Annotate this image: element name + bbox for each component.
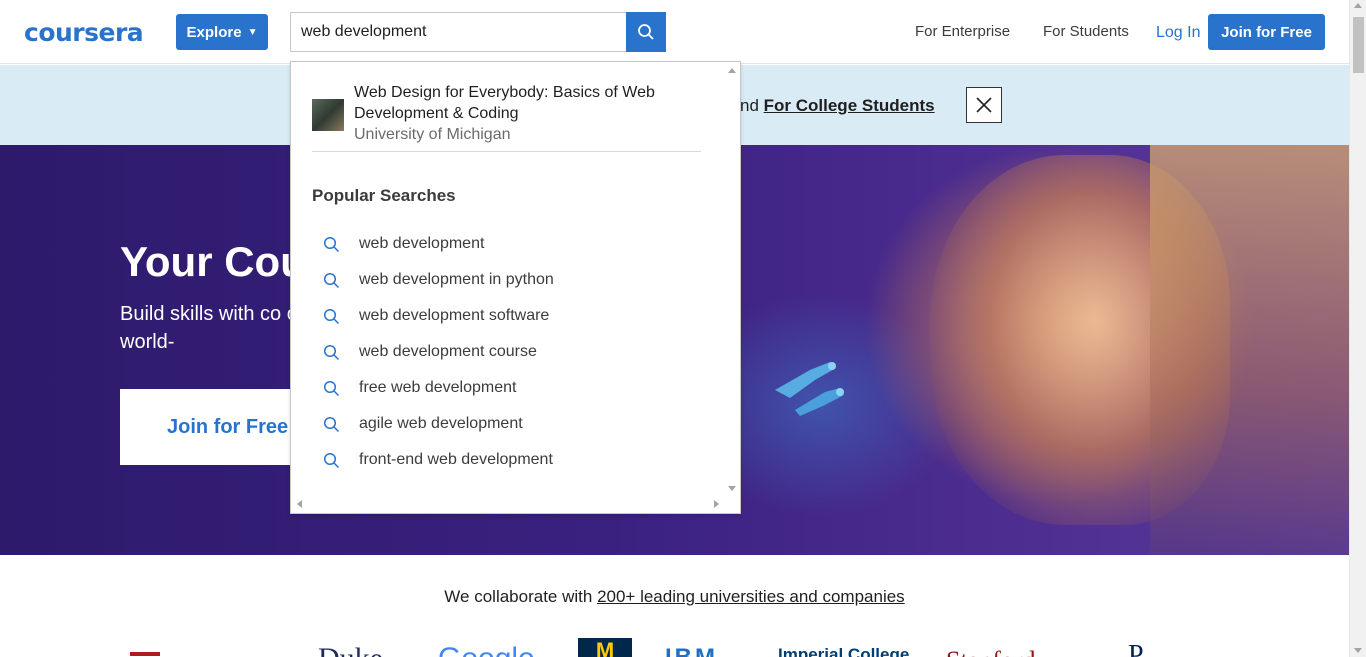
- popular-search-item[interactable]: agile web development: [312, 406, 701, 442]
- popular-search-label: free web development: [359, 379, 517, 396]
- hero-image-tool: [775, 362, 844, 416]
- banner-college-link[interactable]: For College Students: [764, 96, 935, 115]
- popular-search-label: agile web development: [359, 415, 523, 432]
- search-bar: [290, 12, 666, 52]
- nav-for-enterprise[interactable]: For Enterprise: [915, 23, 1010, 40]
- search-suggestions-dropdown: Web Design for Everybody: Basics of Web …: [290, 61, 741, 514]
- partner-logos: Duke Google M IBM Imperial College Stanf…: [120, 636, 1220, 657]
- search-icon: [312, 236, 359, 253]
- scroll-up-arrow-icon[interactable]: [1354, 3, 1362, 8]
- banner-text-prefix: nd: [740, 96, 764, 115]
- course-partner: University of Michigan: [354, 126, 511, 143]
- hero-image-hair: [1150, 145, 1349, 555]
- search-button[interactable]: [626, 12, 666, 52]
- popular-search-item[interactable]: web development course: [312, 334, 701, 370]
- partner-logo-duke: Duke: [318, 642, 383, 657]
- search-icon: [638, 24, 654, 40]
- popular-search-item[interactable]: web development in python: [312, 262, 701, 298]
- popular-search-label: front-end web development: [359, 451, 553, 468]
- close-icon: [976, 97, 992, 113]
- nav-for-students[interactable]: For Students: [1043, 23, 1129, 40]
- dropdown-scroll-right-icon[interactable]: [714, 500, 719, 508]
- search-icon: [312, 452, 359, 469]
- chevron-down-icon: ▼: [247, 26, 258, 38]
- coursera-logo[interactable]: coursera: [24, 18, 144, 47]
- dropdown-vertical-scrollbar[interactable]: [723, 62, 740, 497]
- hero-title: Your Cou: [120, 238, 306, 285]
- suggested-course[interactable]: Web Design for Everybody: Basics of Web …: [312, 82, 701, 152]
- collaborate-line: We collaborate with 200+ leading univers…: [0, 587, 1349, 607]
- dropdown-scroll-down-icon[interactable]: [728, 486, 736, 491]
- partner-logo-imperial: Imperial College: [778, 645, 910, 657]
- popular-search-item[interactable]: free web development: [312, 370, 701, 406]
- banner-text: nd For College Students: [740, 96, 935, 116]
- popular-search-item[interactable]: web development: [312, 226, 701, 262]
- search-icon: [312, 272, 359, 289]
- partner-logo-stanford: Stanford: [946, 646, 1036, 657]
- dropdown-scroll-up-icon[interactable]: [728, 68, 736, 73]
- search-icon: [312, 344, 359, 361]
- explore-label: Explore: [186, 23, 242, 41]
- search-icon: [312, 416, 359, 433]
- popular-search-item[interactable]: front-end web development: [312, 442, 701, 478]
- banner-close-button[interactable]: [966, 87, 1002, 123]
- join-for-free-button[interactable]: Join for Free: [1208, 14, 1325, 50]
- popular-search-label: web development course: [359, 343, 537, 360]
- dropdown-scroll-left-icon[interactable]: [297, 500, 302, 508]
- scrollbar-thumb[interactable]: [1353, 17, 1364, 73]
- collab-prefix: We collaborate with: [444, 587, 598, 606]
- popular-search-label: web development: [359, 235, 485, 252]
- scroll-down-arrow-icon[interactable]: [1354, 648, 1362, 653]
- page-scrollbar[interactable]: [1349, 0, 1366, 657]
- search-input[interactable]: [290, 12, 626, 52]
- search-icon: [312, 380, 359, 397]
- course-title: Web Design for Everybody: Basics of Web …: [354, 84, 655, 122]
- partner-logo-1: [130, 652, 160, 656]
- partner-logo-google: Google: [438, 642, 535, 657]
- login-link[interactable]: Log In: [1156, 24, 1200, 42]
- popular-searches-heading: Popular Searches: [312, 186, 456, 205]
- partner-logo-michigan: M: [578, 638, 632, 657]
- partner-logo-penn: P: [1128, 640, 1144, 657]
- michigan-letter: M: [595, 638, 615, 657]
- dropdown-horizontal-scrollbar[interactable]: [291, 496, 723, 513]
- top-header: coursera Explore ▼ For Enterprise For St…: [0, 0, 1349, 64]
- explore-button[interactable]: Explore ▼: [176, 14, 268, 50]
- popular-search-label: web development software: [359, 307, 550, 324]
- popular-searches-list: web development web development in python…: [312, 226, 701, 478]
- popular-search-item[interactable]: web development software: [312, 298, 701, 334]
- course-thumbnail: [312, 99, 344, 131]
- collab-partners-link[interactable]: 200+ leading universities and companies: [597, 587, 905, 606]
- search-icon: [312, 308, 359, 325]
- popular-search-label: web development in python: [359, 271, 554, 288]
- partner-logo-ibm: IBM: [665, 644, 718, 657]
